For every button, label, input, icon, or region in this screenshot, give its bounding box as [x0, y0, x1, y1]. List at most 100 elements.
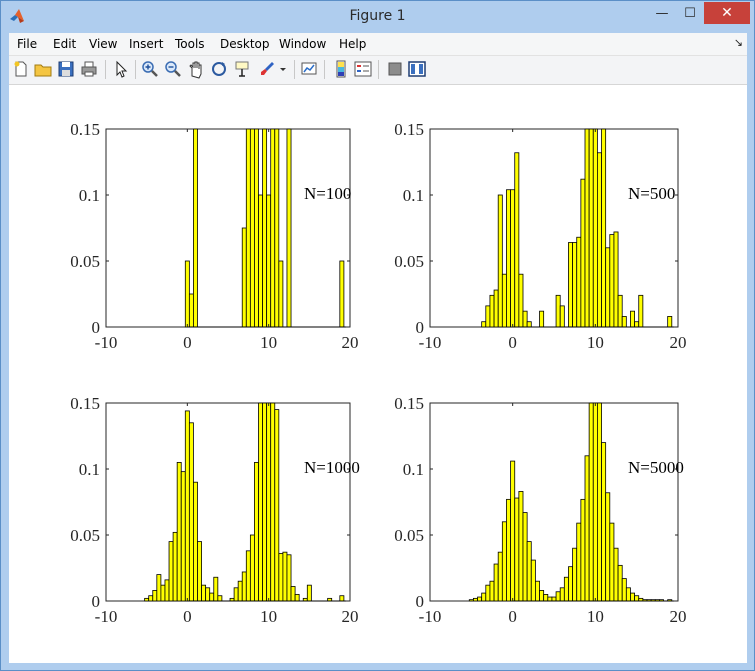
- menu-edit[interactable]: Edit: [53, 37, 76, 51]
- histogram-bar: [201, 584, 207, 602]
- pan-hand-icon[interactable]: [186, 59, 206, 79]
- title-bar[interactable]: Figure 1 — ☐ ✕: [1, 1, 754, 32]
- data-cursor-icon[interactable]: [232, 59, 252, 79]
- histogram-bar: [605, 247, 611, 328]
- y-tick-label: 0.15: [70, 394, 100, 413]
- histogram-bar: [188, 293, 194, 328]
- histogram-bar: [568, 242, 574, 328]
- histogram-bar: [477, 596, 483, 602]
- legend-icon[interactable]: [353, 59, 373, 79]
- histogram-bar: [514, 152, 520, 328]
- histogram-bar: [266, 194, 272, 328]
- zoom-out-icon[interactable]: [163, 59, 183, 79]
- y-tick-label: 0.1: [403, 186, 424, 205]
- histogram-bar: [472, 597, 478, 602]
- histogram-bar: [278, 260, 284, 328]
- histogram-bar: [148, 595, 154, 602]
- show-plot-tools-icon[interactable]: [407, 59, 427, 79]
- print-icon[interactable]: [79, 59, 99, 79]
- y-tick-label: 0.05: [70, 526, 100, 545]
- histogram-bar: [339, 595, 345, 602]
- histogram-bar: [514, 497, 520, 602]
- histogram-bar: [576, 522, 582, 602]
- histogram-bar: [152, 590, 158, 602]
- minimize-button[interactable]: —: [647, 2, 677, 24]
- histogram-bar: [245, 128, 251, 328]
- histogram-bar: [493, 289, 499, 328]
- select-arrow-icon[interactable]: [111, 59, 131, 79]
- histogram-bar: [609, 234, 615, 328]
- histogram-bar: [258, 402, 263, 602]
- histogram-bar: [254, 461, 259, 602]
- colorbar-icon[interactable]: [331, 59, 351, 79]
- histogram-bar: [266, 402, 272, 602]
- menu-tools[interactable]: Tools: [175, 37, 205, 51]
- save-icon[interactable]: [56, 59, 76, 79]
- histogram-bar: [168, 541, 174, 602]
- histogram-bar: [510, 189, 516, 328]
- brush-icon[interactable]: [257, 59, 277, 79]
- y-tick-label: 0: [416, 318, 425, 337]
- toolbar-separator: [135, 60, 136, 79]
- toolbar-separator: [105, 60, 106, 79]
- histogram-bar: [572, 547, 578, 602]
- histogram-bar: [613, 231, 619, 328]
- y-tick-label: 0.1: [403, 460, 424, 479]
- maximize-button[interactable]: ☐: [675, 2, 705, 24]
- link-plot-icon[interactable]: [299, 59, 319, 79]
- histogram-bar: [630, 310, 636, 328]
- new-figure-icon[interactable]: [11, 59, 31, 79]
- close-button[interactable]: ✕: [704, 2, 750, 24]
- histogram-bar: [625, 587, 631, 602]
- menu-file[interactable]: File: [17, 37, 37, 51]
- histogram-bar: [588, 402, 594, 602]
- histogram-bar: [274, 409, 280, 602]
- open-file-icon[interactable]: [33, 59, 53, 79]
- histogram-bar: [539, 310, 545, 328]
- histogram-bar: [262, 402, 268, 602]
- histogram-bar: [526, 321, 532, 328]
- histogram-bar: [506, 189, 512, 328]
- histogram-bar: [559, 587, 565, 602]
- menu-help[interactable]: Help: [339, 37, 366, 51]
- histogram-bar: [576, 236, 582, 328]
- figure-canvas[interactable]: -10 0 10 20 0 0.05 0.1 0.15 N=100 -10 0 10 20 0 0.05 0.…: [9, 85, 747, 663]
- y-tick-label: 0.05: [70, 252, 100, 271]
- menu-desktop[interactable]: Desktop: [220, 37, 270, 51]
- subplot-3[interactable]: -10 0 10 2000.050.10.15N=1000: [70, 394, 360, 626]
- histogram-bar: [584, 455, 590, 602]
- hide-plot-tools-icon[interactable]: [385, 59, 405, 79]
- chevron-down-icon[interactable]: [277, 59, 289, 79]
- rotate-3d-icon[interactable]: [209, 59, 229, 79]
- sample-size-annotation: N=100: [304, 184, 351, 203]
- histogram-bar: [468, 599, 474, 602]
- histogram-bar: [563, 576, 569, 602]
- dock-arrow-icon[interactable]: ↘: [734, 36, 743, 49]
- menu-window[interactable]: Window: [279, 37, 326, 51]
- histogram-bar: [193, 481, 198, 602]
- menu-view[interactable]: View: [89, 37, 117, 51]
- histogram-bar: [634, 595, 640, 602]
- histogram-bar: [156, 574, 162, 602]
- zoom-in-icon[interactable]: [140, 59, 160, 79]
- subplot-2[interactable]: -10 0 10 2000.050.10.15N=500: [394, 120, 686, 352]
- histogram-bar: [617, 294, 623, 328]
- subplot-grid: -10 0 10 2000.050.10.15N=100-10 0 10 2000.050.…: [70, 120, 686, 626]
- y-tick-label: 0: [92, 318, 101, 337]
- subplot-1[interactable]: -10 0 10 2000.050.10.15N=100: [70, 120, 358, 352]
- menu-bar: File Edit View Insert Tools Desktop Wind…: [9, 33, 747, 56]
- histogram-bar: [262, 128, 268, 328]
- y-tick-label: 0.1: [79, 186, 100, 205]
- histogram-bar: [621, 316, 627, 328]
- subplot-4[interactable]: -10 0 10 2000.050.10.15N=5000: [394, 394, 686, 626]
- histogram-bar: [339, 260, 345, 328]
- histogram-bar: [506, 498, 512, 602]
- y-tick-label: 0.15: [70, 120, 100, 139]
- histogram-bar: [172, 531, 178, 602]
- histogram-bar: [144, 597, 150, 602]
- menu-insert[interactable]: Insert: [129, 37, 163, 51]
- histogram-bar: [237, 580, 243, 602]
- histogram-bar: [197, 541, 202, 602]
- x-tick-label: 20: [670, 607, 687, 626]
- histogram-bar: [551, 596, 557, 602]
